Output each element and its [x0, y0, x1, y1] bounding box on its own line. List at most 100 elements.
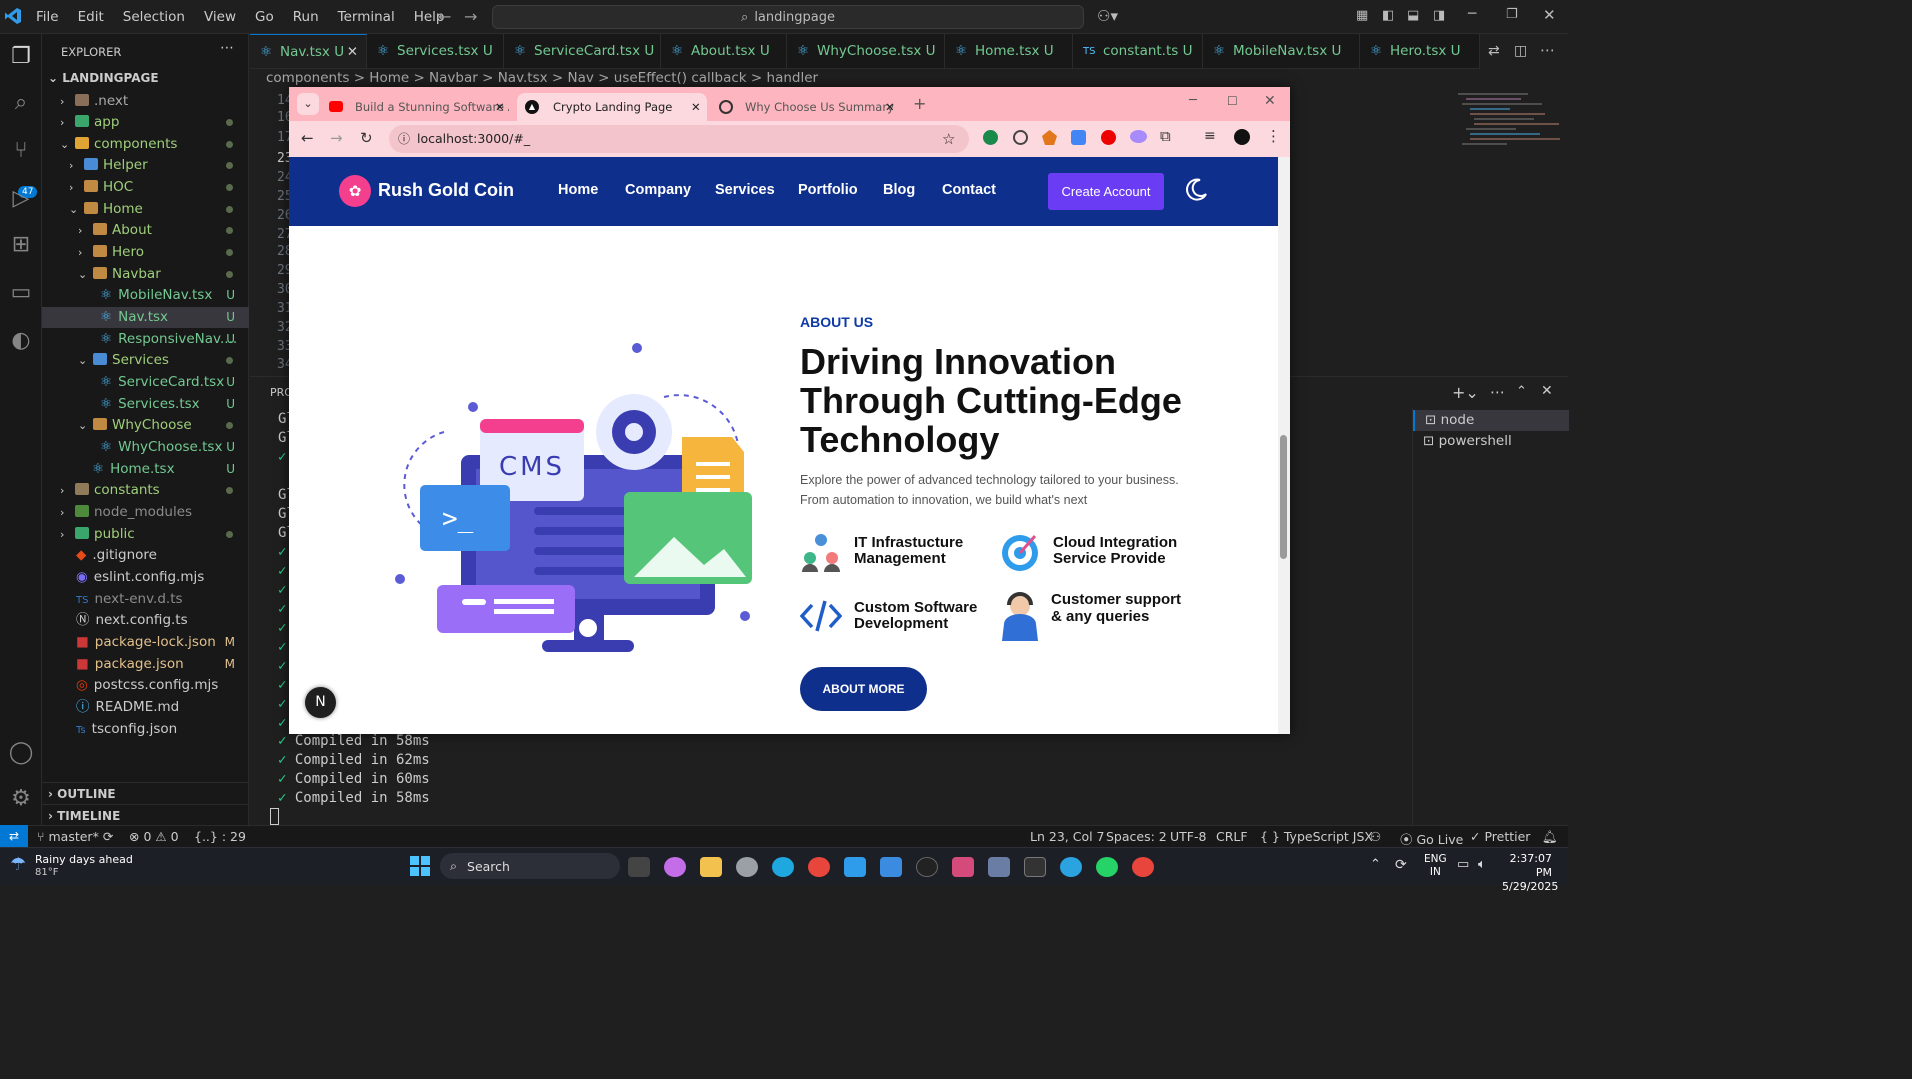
- menu-view[interactable]: View: [204, 9, 236, 25]
- about-more-button[interactable]: ABOUT MORE: [800, 667, 927, 711]
- tab-hero[interactable]: ⚛ Hero.tsx U: [1360, 34, 1480, 68]
- tree-item[interactable]: ■ package.json M: [42, 654, 249, 675]
- create-account-button[interactable]: Create Account: [1048, 173, 1164, 210]
- toggle-secondary-sidebar-icon[interactable]: ◨: [1433, 8, 1445, 23]
- nav-link-portfolio[interactable]: Portfolio: [798, 182, 858, 198]
- brand-logo-icon[interactable]: ✿: [339, 175, 371, 207]
- tree-item[interactable]: ⌄ Navbar: [42, 264, 249, 285]
- close-tab-icon[interactable]: ✕: [691, 93, 701, 121]
- gitlens-icon[interactable]: ◐: [6, 326, 36, 356]
- tree-item[interactable]: ◎ postcss.config.mjs: [42, 675, 249, 696]
- tree-item[interactable]: Ts tsconfig.json: [42, 719, 249, 740]
- windows-start-icon[interactable]: [410, 856, 430, 876]
- telegram-icon[interactable]: [1060, 857, 1082, 877]
- new-tab-icon[interactable]: +: [913, 94, 926, 113]
- tree-item[interactable]: ⓘ README.md: [42, 697, 249, 718]
- tree-item-selected[interactable]: ⚛ Nav.tsx U: [42, 307, 249, 328]
- copilot-icon[interactable]: ⚇▾: [1097, 7, 1118, 25]
- tree-item[interactable]: › constants: [42, 480, 249, 501]
- prettier[interactable]: ✓ Prettier: [1470, 829, 1530, 844]
- compare-changes-icon[interactable]: ⇄: [1488, 43, 1500, 59]
- media-controls-icon[interactable]: ≡: [1204, 128, 1216, 144]
- tree-item[interactable]: ⚛ Home.tsx U: [42, 459, 249, 480]
- browser-tab[interactable]: Build a Stunning Software Agen ✕: [319, 93, 509, 121]
- tree-item[interactable]: ⚛ ResponsiveNav.... U: [42, 329, 249, 350]
- settings-app-icon[interactable]: [736, 857, 758, 877]
- nav-link-contact[interactable]: Contact: [942, 182, 996, 198]
- translate-icon[interactable]: [1071, 130, 1086, 145]
- whatsapp-icon[interactable]: [1096, 857, 1118, 877]
- tree-item[interactable]: ◉ eslint.config.mjs: [42, 567, 249, 588]
- run-debug-icon[interactable]: ▷: [6, 184, 36, 214]
- scrollbar-thumb[interactable]: [1280, 435, 1287, 559]
- indentation[interactable]: Spaces: 2: [1106, 829, 1167, 844]
- file-explorer-icon[interactable]: [700, 857, 722, 877]
- tree-item[interactable]: ⌄ WhyChoose: [42, 415, 249, 436]
- toggle-panel-icon[interactable]: ⬓: [1407, 8, 1419, 23]
- menu-selection[interactable]: Selection: [123, 9, 185, 25]
- volume-icon[interactable]: 🔈︎: [1478, 857, 1486, 872]
- minimap[interactable]: [1458, 90, 1560, 240]
- close-tab-icon[interactable]: ✕: [347, 35, 358, 68]
- extension-icon[interactable]: [1013, 130, 1028, 145]
- grammarly-icon[interactable]: [983, 130, 998, 145]
- tree-item[interactable]: ⌄ components: [42, 134, 249, 155]
- minimize-icon[interactable]: ─: [1189, 93, 1197, 108]
- bracket-info[interactable]: {..} : 29: [194, 829, 246, 844]
- tree-item[interactable]: ⚛ WhyChoose.tsx U: [42, 437, 249, 458]
- tree-item[interactable]: ⚛ Services.tsx U: [42, 394, 249, 415]
- bookmark-star-icon[interactable]: ☆: [942, 125, 955, 153]
- forward-arrow-icon[interactable]: →: [464, 7, 477, 26]
- tree-item[interactable]: ⌄ Home: [42, 199, 249, 220]
- browser-tab-active[interactable]: ▲ Crypto Landing Page ✕: [517, 93, 707, 121]
- explorer-root[interactable]: ⌄ LANDINGPAGE: [48, 71, 159, 85]
- extensions-icon[interactable]: ⊞: [6, 230, 36, 260]
- tree-item[interactable]: › app: [42, 112, 249, 133]
- menu-terminal[interactable]: Terminal: [338, 9, 395, 25]
- more-actions-icon[interactable]: ⋯: [1540, 41, 1555, 59]
- tree-item[interactable]: ⚛ MobileNav.tsx U: [42, 285, 249, 306]
- accounts-icon[interactable]: ◯: [6, 738, 36, 768]
- copilot-app-icon[interactable]: [664, 857, 686, 877]
- weather-text[interactable]: Rainy days ahead: [35, 853, 133, 866]
- profile-avatar[interactable]: [1234, 129, 1250, 145]
- git-branch[interactable]: ⑂ master* ⟳: [37, 829, 113, 844]
- copilot-status-icon[interactable]: ⚇: [1370, 829, 1381, 844]
- terminal-item-node[interactable]: ⊡ node: [1413, 410, 1569, 431]
- nav-link-home[interactable]: Home: [558, 182, 598, 198]
- command-center[interactable]: ⌕ landingpage: [492, 5, 1084, 29]
- tree-item[interactable]: › Hero: [42, 242, 249, 263]
- terminal-cursor[interactable]: [270, 808, 279, 825]
- back-arrow-icon[interactable]: ←: [438, 7, 451, 26]
- tab-mobilenav[interactable]: ⚛ MobileNav.tsx U: [1203, 34, 1360, 68]
- nav-link-blog[interactable]: Blog: [883, 182, 915, 198]
- taskbar-search[interactable]: ⌕ Search: [440, 853, 620, 879]
- metamask-icon[interactable]: [1042, 130, 1057, 145]
- extensions-puzzle-icon[interactable]: ⧉: [1160, 127, 1171, 145]
- settings-gear-icon[interactable]: ⚙: [6, 784, 36, 814]
- more-actions-icon[interactable]: ⋯: [220, 40, 234, 56]
- menu-file[interactable]: File: [36, 9, 59, 25]
- page-scrollbar[interactable]: [1278, 157, 1290, 734]
- opera-icon[interactable]: [1101, 130, 1116, 145]
- nav-link-services[interactable]: Services: [715, 182, 775, 198]
- tray-chevron-icon[interactable]: ⌃: [1370, 857, 1381, 872]
- notepad-icon[interactable]: [880, 857, 902, 877]
- tab-nav[interactable]: ⚛ Nav.tsx U ✕: [250, 34, 367, 68]
- close-window-icon[interactable]: ✕: [1543, 6, 1556, 24]
- cloud-extension-icon[interactable]: [1130, 130, 1147, 143]
- browser-tab[interactable]: Why Choose Us Summary ✕: [709, 93, 899, 121]
- close-tab-icon[interactable]: ✕: [885, 93, 895, 121]
- snipping-tool-icon[interactable]: [952, 857, 974, 877]
- brand-name[interactable]: Rush Gold Coin: [378, 180, 514, 201]
- tab-whychoose[interactable]: ⚛ WhyChoose.tsx U: [787, 34, 945, 68]
- outline-section[interactable]: › OUTLINE: [42, 782, 249, 804]
- calculator-icon[interactable]: [988, 857, 1010, 877]
- tree-item[interactable]: › About: [42, 220, 249, 241]
- tree-item[interactable]: ◆ .gitignore: [42, 545, 249, 566]
- site-info-icon[interactable]: ⓘ: [398, 125, 410, 153]
- new-terminal-icon[interactable]: +⌄: [1452, 383, 1479, 402]
- encoding[interactable]: UTF-8: [1170, 829, 1206, 844]
- tab-servicecard[interactable]: ⚛ ServiceCard.tsx U: [504, 34, 661, 68]
- nav-link-company[interactable]: Company: [625, 182, 691, 198]
